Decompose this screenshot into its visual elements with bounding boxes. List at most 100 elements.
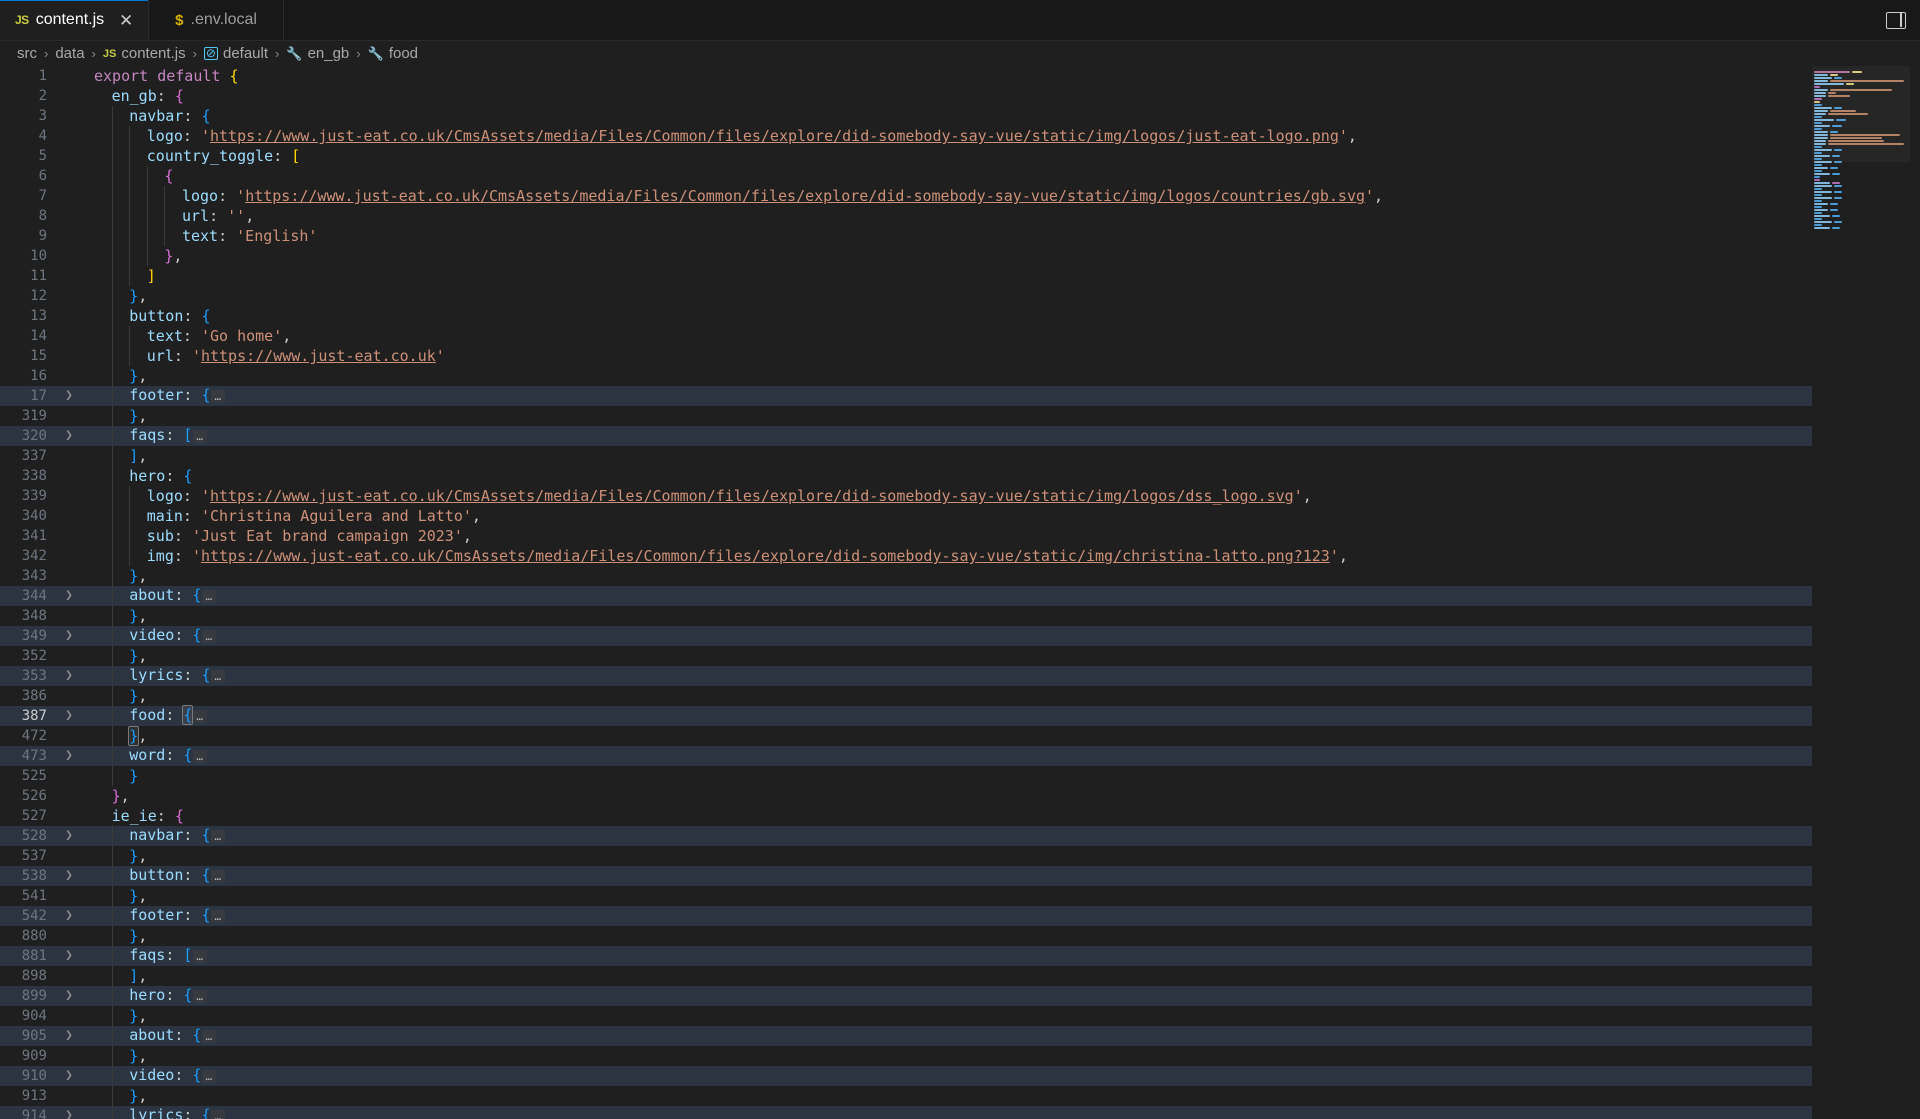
- chevron-right-icon[interactable]: ❯: [58, 906, 80, 926]
- code-token: {: [182, 705, 194, 725]
- code-line[interactable]: 538 ❯ button: {…: [0, 865, 1812, 886]
- code-line[interactable]: 16},: [0, 366, 1812, 386]
- chevron-right-icon[interactable]: ❯: [58, 946, 80, 966]
- code-line[interactable]: 387 ❯ food: {…: [0, 705, 1812, 726]
- code-line[interactable]: 881 ❯ faqs: […: [0, 945, 1812, 966]
- code-token[interactable]: https://www.just-eat.co.uk/CmsAssets/med…: [245, 187, 1365, 205]
- code-token: ,: [173, 247, 183, 265]
- chevron-right-icon[interactable]: ❯: [58, 666, 80, 686]
- code-line[interactable]: 8 url: '',: [0, 206, 1812, 226]
- close-icon[interactable]: ✕: [117, 11, 135, 29]
- code-token[interactable]: https://www.just-eat.co.uk/CmsAssets/med…: [210, 487, 1294, 505]
- code-token: word: [129, 746, 166, 764]
- chevron-right-icon[interactable]: ❯: [58, 986, 80, 1006]
- code-line[interactable]: 17 ❯ footer: {…: [0, 385, 1812, 406]
- code-line[interactable]: 319},: [0, 406, 1812, 426]
- breadcrumb-item-src[interactable]: src: [17, 45, 37, 62]
- breadcrumb-item-data[interactable]: data: [55, 45, 84, 62]
- indent-guide: [94, 506, 112, 526]
- code-line[interactable]: 14 text: 'Go home',: [0, 326, 1812, 346]
- chevron-right-icon[interactable]: ❯: [58, 1106, 80, 1119]
- indent-guide: [129, 266, 147, 286]
- code-line[interactable]: 352},: [0, 646, 1812, 666]
- code-token: {: [201, 866, 211, 884]
- breadcrumb-item-content-js[interactable]: JS content.js: [103, 45, 186, 62]
- code-line[interactable]: 340 main: 'Christina Aguilera and Latto',: [0, 506, 1812, 526]
- code-line[interactable]: 914 ❯ lyrics: {…: [0, 1105, 1812, 1119]
- code-line[interactable]: 473 ❯ word: {…: [0, 745, 1812, 766]
- code-line[interactable]: 3 navbar: {: [0, 106, 1812, 126]
- code-token: ': [200, 127, 210, 145]
- code-line[interactable]: 341 sub: 'Just Eat brand campaign 2023',: [0, 526, 1812, 546]
- breadcrumb-item-food[interactable]: 🔧 food: [368, 45, 418, 62]
- breadcrumb-item-default[interactable]: ⊘ default: [203, 45, 268, 62]
- code-line[interactable]: 537},: [0, 846, 1812, 866]
- code-line[interactable]: 320 ❯ faqs: […: [0, 425, 1812, 446]
- code-editor[interactable]: 1 export default {2 en_gb: {3 navbar: {4 log…: [0, 66, 1812, 1119]
- chevron-right-icon[interactable]: ❯: [58, 386, 80, 406]
- indent-guide: [94, 886, 112, 906]
- code-line[interactable]: 1 export default {: [0, 66, 1812, 86]
- code-token[interactable]: https://www.just-eat.co.uk/CmsAssets/med…: [210, 127, 1339, 145]
- code-line[interactable]: 15 url: 'https://www.just-eat.co.uk': [0, 346, 1812, 366]
- code-line[interactable]: 348},: [0, 606, 1812, 626]
- code-line[interactable]: 899 ❯ hero: {…: [0, 985, 1812, 1006]
- code-line[interactable]: 898],: [0, 966, 1812, 986]
- chevron-right-icon[interactable]: ❯: [58, 1026, 80, 1046]
- chevron-right-icon[interactable]: ❯: [58, 746, 80, 766]
- chevron-right-icon[interactable]: ❯: [58, 866, 80, 886]
- code-line[interactable]: 11]: [0, 266, 1812, 286]
- tab-content-js[interactable]: JS content.js ✕: [0, 0, 150, 40]
- chevron-right-icon[interactable]: ❯: [58, 706, 80, 726]
- chevron-right-icon[interactable]: ❯: [58, 1066, 80, 1086]
- breadcrumb-item-en-gb[interactable]: 🔧 en_gb: [286, 45, 349, 62]
- code-line[interactable]: 525}: [0, 766, 1812, 786]
- code-line[interactable]: 4 logo: 'https://www.just-eat.co.uk/CmsAs…: [0, 126, 1812, 146]
- split-editor-layout-icon[interactable]: [1886, 11, 1906, 29]
- code-line[interactable]: 10},: [0, 246, 1812, 266]
- code-line[interactable]: 541},: [0, 886, 1812, 906]
- indent-guide: [94, 905, 112, 925]
- code-line[interactable]: 526},: [0, 786, 1812, 806]
- code-line[interactable]: 12},: [0, 286, 1812, 306]
- code-line[interactable]: 9 text: 'English': [0, 226, 1812, 246]
- code-line[interactable]: 905 ❯ about: {…: [0, 1025, 1812, 1046]
- code-token[interactable]: https://www.just-eat.co.uk: [201, 347, 436, 365]
- code-line[interactable]: 349 ❯ video: {…: [0, 625, 1812, 646]
- minimap-slider[interactable]: [1812, 66, 1910, 162]
- code-line[interactable]: 2 en_gb: {: [0, 86, 1812, 106]
- chevron-right-icon[interactable]: ❯: [58, 626, 80, 646]
- code-line[interactable]: 542 ❯ footer: {…: [0, 905, 1812, 926]
- code-token[interactable]: https://www.just-eat.co.uk/CmsAssets/med…: [201, 547, 1330, 565]
- code-token: {: [201, 1106, 211, 1119]
- code-line[interactable]: 338 hero: {: [0, 466, 1812, 486]
- code-line[interactable]: 528 ❯ navbar: {…: [0, 825, 1812, 846]
- code-line[interactable]: 5 country_toggle: [: [0, 146, 1812, 166]
- code-line[interactable]: 909},: [0, 1046, 1812, 1066]
- editor-scrollbar[interactable]: [1910, 66, 1920, 1119]
- code-line[interactable]: 13 button: {: [0, 306, 1812, 326]
- code-line[interactable]: 342 img: 'https://www.just-eat.co.uk/CmsA…: [0, 546, 1812, 566]
- code-line[interactable]: 6{: [0, 166, 1812, 186]
- chevron-right-icon[interactable]: ❯: [58, 586, 80, 606]
- tab-env-local[interactable]: $ .env.local: [149, 0, 284, 40]
- code-line[interactable]: 527 ie_ie: {: [0, 806, 1812, 826]
- code-line[interactable]: 7 logo: 'https://www.just-eat.co.uk/CmsAs…: [0, 186, 1812, 206]
- code-token: :: [165, 946, 184, 964]
- code-line[interactable]: 904},: [0, 1006, 1812, 1026]
- code-line[interactable]: 386},: [0, 686, 1812, 706]
- indent-guide: [129, 206, 147, 226]
- code-line[interactable]: 353 ❯ lyrics: {…: [0, 665, 1812, 686]
- code-line[interactable]: 337],: [0, 446, 1812, 466]
- code-line[interactable]: 880},: [0, 926, 1812, 946]
- code-line[interactable]: 339 logo: 'https://www.just-eat.co.uk/Cms…: [0, 486, 1812, 506]
- chevron-right-icon[interactable]: ❯: [58, 426, 80, 446]
- code-line[interactable]: 344 ❯ about: {…: [0, 585, 1812, 606]
- code-line[interactable]: 343},: [0, 566, 1812, 586]
- code-line[interactable]: 913},: [0, 1086, 1812, 1106]
- minimap[interactable]: [1812, 66, 1920, 1119]
- code-line[interactable]: 910 ❯ video: {…: [0, 1065, 1812, 1086]
- code-line[interactable]: 472},: [0, 726, 1812, 746]
- chevron-right-icon[interactable]: ❯: [58, 826, 80, 846]
- indent-guide: [94, 846, 112, 866]
